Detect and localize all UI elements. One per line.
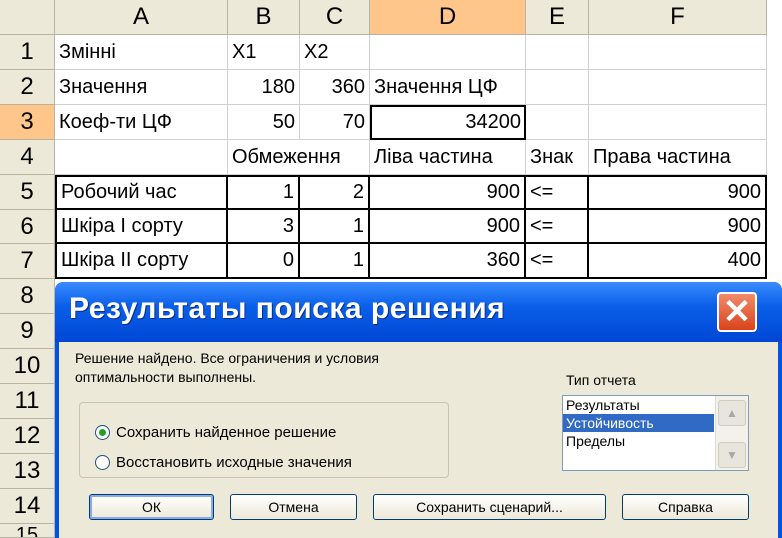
scroll-down-button[interactable]: ▼ (718, 442, 746, 468)
column-header-a[interactable]: A (55, 0, 228, 35)
cell-d7[interactable]: 360 (370, 244, 526, 279)
row-header-5[interactable]: 5 (0, 175, 55, 210)
cell-c1[interactable]: X2 (300, 35, 370, 70)
cell-d2[interactable]: Значення ЦФ (370, 70, 526, 105)
close-button[interactable]: ✕ (717, 292, 757, 332)
cell-b6[interactable]: 3 (228, 210, 300, 244)
cell-a4[interactable] (55, 140, 228, 175)
row-header-7[interactable]: 7 (0, 244, 55, 279)
cell-a3[interactable]: Коеф-ти ЦФ (55, 105, 228, 140)
column-header-f[interactable]: F (589, 0, 767, 35)
dialog-body: Решение найдено. Все ограничения и услов… (59, 342, 778, 538)
cell-b1[interactable]: X1 (228, 35, 300, 70)
radio-restore-values[interactable]: Восстановить исходные значения (95, 454, 352, 471)
row-header-1[interactable]: 1 (0, 35, 55, 70)
report-type-label: Тип отчета (566, 372, 636, 388)
cell-d5[interactable]: 900 (370, 175, 526, 210)
report-item-sensitivity[interactable]: Устойчивость (563, 414, 714, 432)
cell-c3[interactable]: 70 (300, 105, 370, 140)
radio-selected-icon (95, 425, 110, 440)
cell-b2[interactable]: 180 (228, 70, 300, 105)
radio-unselected-icon (95, 455, 110, 470)
row-header-15[interactable]: 15 (0, 524, 55, 538)
listbox-scrollbar[interactable]: ▲ ▼ (715, 396, 748, 470)
result-message: Решение найдено. Все ограничения и услов… (75, 350, 379, 385)
cell-b5[interactable]: 1 (228, 175, 300, 210)
ok-button[interactable]: ОК (89, 494, 214, 520)
cell-f7[interactable]: 400 (589, 244, 767, 279)
cell-f5[interactable]: 900 (589, 175, 767, 210)
report-type-listbox[interactable]: Результаты Устойчивость Пределы ▲ ▼ (562, 395, 749, 471)
cell-a7[interactable]: Шкіра II сорту (55, 244, 228, 279)
cell-e7[interactable]: <= (526, 244, 589, 279)
cell-c5[interactable]: 2 (300, 175, 370, 210)
close-icon: ✕ (722, 293, 752, 331)
row-header-9[interactable]: 9 (0, 314, 55, 349)
radio-keep-solution[interactable]: Сохранить найденное решение (95, 424, 336, 441)
row-header-14[interactable]: 14 (0, 489, 55, 524)
row-header-6[interactable]: 6 (0, 210, 55, 244)
cell-f3[interactable] (589, 105, 767, 140)
dialog-title: Результаты поиска решения (69, 292, 506, 325)
solver-results-dialog: Результаты поиска решения ✕ Решение найд… (55, 282, 782, 538)
row-header-3[interactable]: 3 (0, 105, 55, 140)
cell-c7[interactable]: 1 (300, 244, 370, 279)
chevron-up-icon: ▲ (726, 406, 738, 420)
row-header-11[interactable]: 11 (0, 384, 55, 419)
scroll-up-button[interactable]: ▲ (718, 400, 746, 426)
cell-f1[interactable] (589, 35, 767, 70)
cell-d6[interactable]: 900 (370, 210, 526, 244)
save-scenario-button[interactable]: Сохранить сценарий... (373, 494, 606, 520)
cell-a1[interactable]: Змінні (55, 35, 228, 70)
cell-a5[interactable]: Робочий час (55, 175, 228, 210)
column-header-b[interactable]: B (228, 0, 300, 35)
row-header-10[interactable]: 10 (0, 349, 55, 384)
cancel-button[interactable]: Отмена (230, 494, 357, 520)
column-header-c[interactable]: C (300, 0, 370, 35)
cell-d3-active[interactable]: 34200 (370, 105, 526, 140)
row-header-8[interactable]: 8 (0, 279, 55, 314)
report-item-limits[interactable]: Пределы (563, 432, 714, 450)
cell-f2[interactable] (589, 70, 767, 105)
column-header-d[interactable]: D (370, 0, 526, 35)
row-header-4[interactable]: 4 (0, 140, 55, 175)
cell-b3[interactable]: 50 (228, 105, 300, 140)
cell-c2[interactable]: 360 (300, 70, 370, 105)
cell-d4[interactable]: Ліва частина (370, 140, 526, 175)
cell-e5[interactable]: <= (526, 175, 589, 210)
radio-keep-label: Сохранить найденное решение (116, 424, 337, 441)
dialog-titlebar[interactable]: Результаты поиска решения ✕ (55, 282, 782, 342)
row-header-13[interactable]: 13 (0, 454, 55, 489)
column-header-e[interactable]: E (526, 0, 589, 35)
cell-c6[interactable]: 1 (300, 210, 370, 244)
chevron-down-icon: ▼ (726, 448, 738, 462)
cell-e2[interactable] (526, 70, 589, 105)
cell-e3[interactable] (526, 105, 589, 140)
cell-f6[interactable]: 900 (589, 210, 767, 244)
radio-restore-label: Восстановить исходные значения (116, 454, 352, 471)
select-all-corner[interactable] (0, 0, 55, 35)
cell-b7[interactable]: 0 (228, 244, 300, 279)
row-header-2[interactable]: 2 (0, 70, 55, 105)
cell-f4[interactable]: Права частина (589, 140, 767, 175)
cell-b4[interactable]: Обмеження (228, 140, 370, 175)
cell-a2[interactable]: Значення (55, 70, 228, 105)
row-header-12[interactable]: 12 (0, 419, 55, 454)
help-button[interactable]: Справка (622, 494, 749, 520)
cell-a6[interactable]: Шкіра I сорту (55, 210, 228, 244)
cell-e1[interactable] (526, 35, 589, 70)
cell-e6[interactable]: <= (526, 210, 589, 244)
report-item-results[interactable]: Результаты (563, 396, 714, 414)
cell-e4[interactable]: Знак (526, 140, 589, 175)
cell-d1[interactable] (370, 35, 526, 70)
